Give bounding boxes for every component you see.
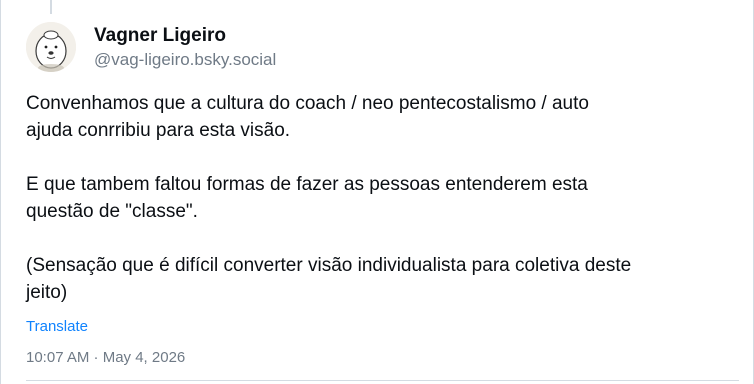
- cartoon-seal-avatar-icon: [26, 22, 76, 72]
- author-display-name[interactable]: Vagner Ligeiro: [94, 24, 276, 48]
- author-info: Vagner Ligeiro @vag-ligeiro.bsky.social: [94, 24, 276, 72]
- translate-link[interactable]: Translate: [26, 317, 88, 337]
- post-line: questão de "classe".: [26, 201, 198, 222]
- post-divider: [26, 380, 739, 381]
- post-line: (Sensação que é difícil converter visão …: [26, 255, 632, 276]
- post-line: E que tambem faltou formas de fazer as p…: [26, 174, 588, 195]
- thread-connector-line: [50, 0, 52, 14]
- post-paragraph: (Sensação que é difícil converter visão …: [26, 252, 741, 306]
- post-line: ajuda conrribiu para esta visão.: [26, 120, 291, 141]
- post-text: Convenhamos que a cultura do coach / neo…: [26, 90, 741, 306]
- author-avatar[interactable]: [26, 22, 76, 72]
- post-line: jeito): [26, 282, 68, 303]
- post-paragraph: Convenhamos que a cultura do coach / neo…: [26, 90, 741, 144]
- post-card: Vagner Ligeiro @vag-ligeiro.bsky.social …: [0, 0, 754, 384]
- post-timestamp[interactable]: 10:07 AM · May 4, 2026: [26, 347, 185, 369]
- post-line: Convenhamos que a cultura do coach / neo…: [26, 93, 589, 114]
- post-paragraph: E que tambem faltou formas de fazer as p…: [26, 171, 741, 225]
- author-handle[interactable]: @vag-ligeiro.bsky.social: [94, 48, 276, 72]
